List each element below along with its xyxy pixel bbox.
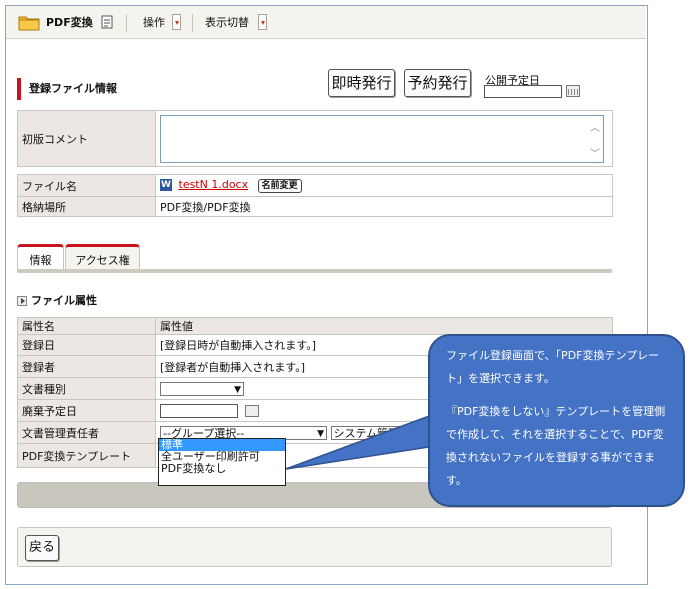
callout-pointer-mask xyxy=(432,413,438,446)
callout-note: ファイル登録画面で、「PDF変換テンプレート」を選択できます。 『PDF変換をし… xyxy=(428,334,685,507)
callout-line-2: 『PDF変換をしない』テンプレートを管理側で作成して、それを選択することで、PD… xyxy=(446,405,666,487)
callout-line-1: ファイル登録画面で、「PDF変換テンプレート」を選択できます。 xyxy=(446,349,660,385)
